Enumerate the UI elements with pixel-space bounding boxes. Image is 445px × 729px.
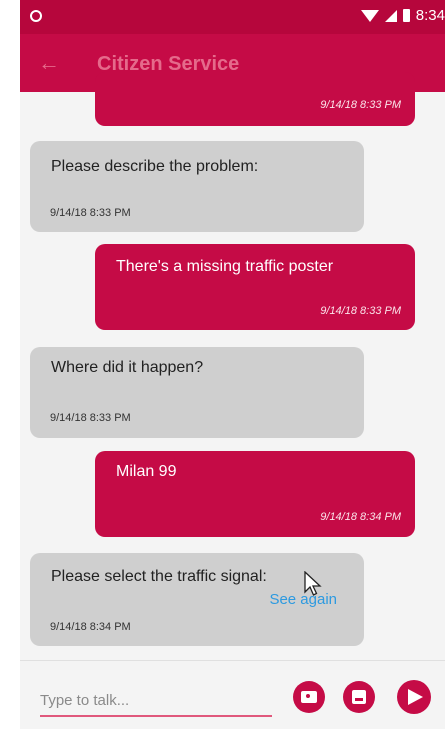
status-bar: 8:34 [20, 0, 445, 34]
message-bubble-outgoing: 9/14/18 8:33 PM [95, 72, 415, 126]
message-time: 9/14/18 8:33 PM [50, 207, 131, 219]
message-text: There's a missing traffic poster [116, 258, 334, 275]
mouse-cursor-icon [304, 571, 322, 596]
message-bubble-incoming: Please select the traffic signal: See ag… [30, 553, 364, 646]
message-bubble-incoming: Where did it happen? 9/14/18 8:33 PM [30, 347, 364, 438]
message-bubble-outgoing: Milan 99 9/14/18 8:34 PM [95, 451, 415, 537]
message-text: Milan 99 [116, 463, 177, 480]
arrow-left-icon[interactable]: ← [36, 50, 62, 76]
message-time: 9/14/18 8:33 PM [50, 412, 131, 424]
message-time: 9/14/18 8:33 PM [320, 99, 401, 111]
notification-icon [30, 10, 42, 22]
message-composer [20, 660, 445, 729]
phone-screen: 8:34 ← Citizen Service 9/14/18 8:33 PM P… [20, 0, 445, 729]
camera-icon [301, 691, 317, 703]
left-margin [0, 0, 20, 729]
gallery-button[interactable] [343, 681, 375, 713]
send-button[interactable] [397, 680, 431, 714]
message-bubble-incoming: Please describe the problem: 9/14/18 8:3… [30, 141, 364, 232]
message-text: Please select the traffic signal: [51, 568, 267, 585]
message-text: Where did it happen? [51, 359, 204, 376]
battery-icon [402, 9, 410, 22]
signal-icon [384, 9, 397, 22]
message-time: 9/14/18 8:34 PM [50, 621, 131, 633]
message-text: Please describe the problem: [51, 158, 259, 175]
send-icon [408, 689, 423, 705]
status-indicators: 8:34 [360, 7, 445, 24]
image-icon [352, 690, 366, 704]
message-time: 9/14/18 8:33 PM [320, 305, 401, 317]
wifi-icon [360, 9, 379, 22]
message-input-field [40, 687, 272, 717]
message-input[interactable] [40, 687, 272, 713]
message-bubble-outgoing: There's a missing traffic poster 9/14/18… [95, 244, 415, 330]
camera-button[interactable] [293, 681, 325, 713]
message-time: 9/14/18 8:34 PM [320, 511, 401, 523]
status-time: 8:34 [415, 7, 445, 24]
